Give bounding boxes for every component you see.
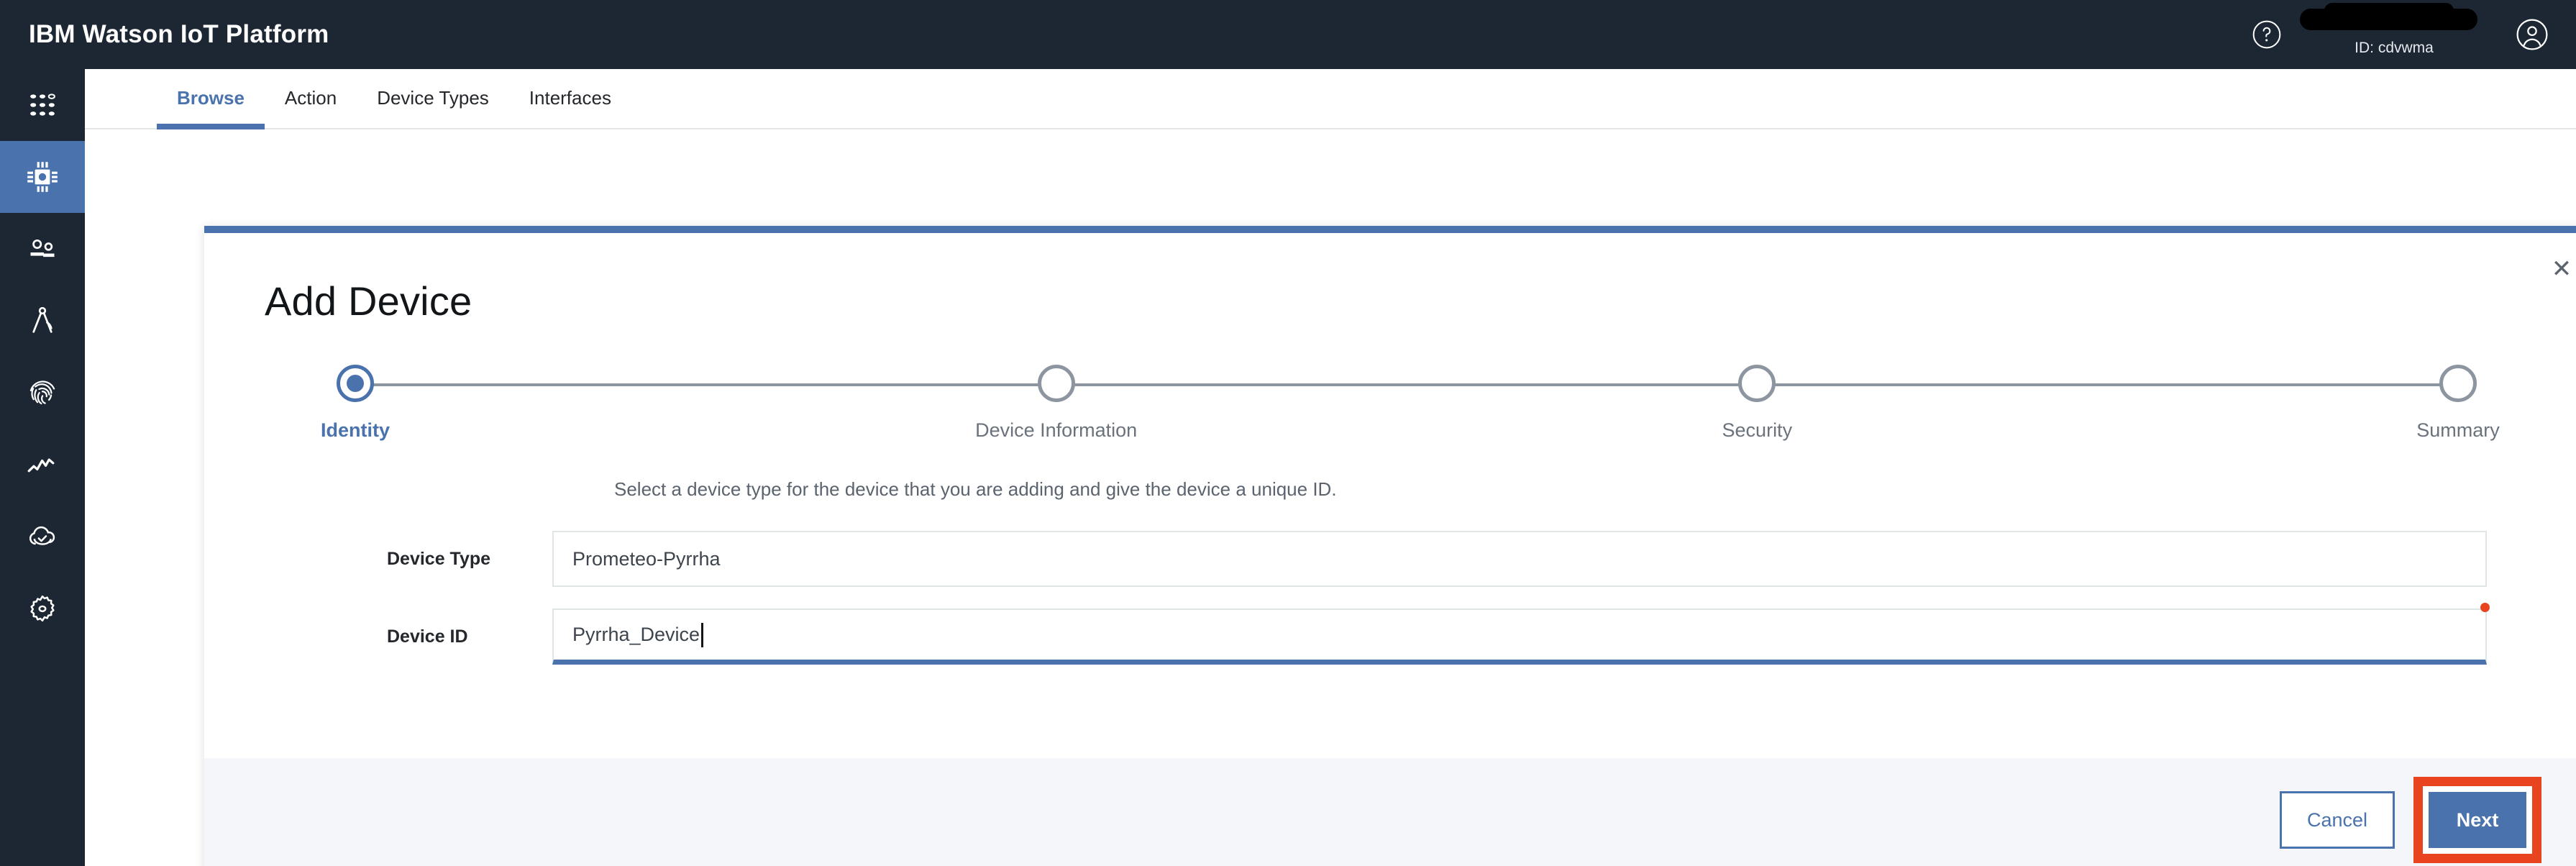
app-title: IBM Watson IoT Platform [29, 20, 329, 48]
text-cursor [701, 622, 704, 647]
cancel-button[interactable]: Cancel [2280, 791, 2395, 849]
help-button[interactable] [2244, 12, 2290, 58]
sidebar-item-security[interactable] [0, 357, 85, 429]
page-title: Add Device [265, 278, 472, 324]
sidebar-item-devices[interactable] [0, 141, 85, 213]
required-indicator-icon [2480, 603, 2490, 612]
tab-browse[interactable]: Browse [157, 68, 265, 129]
users-icon [30, 239, 55, 257]
add-device-modal: ✕ Add Device Identity Device Information… [204, 226, 2576, 866]
step-security[interactable]: Security [1666, 365, 1847, 442]
sidebar-item-boards[interactable] [0, 285, 85, 357]
step-summary[interactable]: Summary [2367, 365, 2549, 442]
stepper-steps: Identity Device Information Security Sum… [265, 365, 2549, 442]
step-identity[interactable]: Identity [265, 365, 446, 442]
step-security-node [1738, 365, 1776, 402]
tab-browse-label: Browse [177, 86, 245, 109]
step-summary-node [2439, 365, 2477, 402]
step-device-information-label: Device Information [975, 419, 1138, 441]
wizard-stepper: Identity Device Information Security Sum… [265, 365, 2549, 465]
step-identity-label: Identity [320, 419, 390, 441]
device-type-field-wrap: Prometeo-Pyrrha [552, 531, 2549, 587]
close-button[interactable]: ✕ [2541, 249, 2576, 289]
device-id-input[interactable]: Pyrrha_Device [552, 609, 2487, 665]
next-button-annotation-highlight: Next [2413, 777, 2541, 863]
tab-device-types[interactable]: Device Types [357, 68, 509, 128]
compass-icon [32, 306, 52, 333]
organization-block: ID: cdvwma [2297, 0, 2491, 69]
tab-action[interactable]: Action [265, 68, 357, 128]
device-type-label: Device Type [387, 548, 491, 569]
app-root: IBM Watson IoT Platform ID: cdvwma Brows… [0, 0, 2576, 866]
user-avatar-icon [2516, 19, 2548, 50]
sidebar-rail [0, 69, 85, 866]
tab-bar: Browse Action Device Types Interfaces [85, 69, 2576, 129]
device-id-value: Pyrrha_Device [572, 624, 700, 645]
form-row-device-type: Device Type Prometeo-Pyrrha [265, 531, 2549, 587]
device-type-value: Prometeo-Pyrrha [572, 547, 721, 570]
step-identity-node [337, 365, 374, 402]
fingerprint-icon [29, 380, 55, 405]
device-id-field-wrap: Pyrrha_Device [552, 603, 2549, 665]
grid-dots-icon [30, 94, 55, 116]
header-actions: ID: cdvwma [2244, 0, 2576, 69]
next-button[interactable]: Next [2429, 792, 2526, 848]
sidebar-item-dashboard[interactable] [0, 69, 85, 141]
user-avatar-button[interactable] [2507, 9, 2557, 60]
organization-name-redacted [2300, 3, 2477, 30]
tab-interfaces-label: Interfaces [529, 86, 611, 109]
modal-footer: Cancel Next [204, 758, 2576, 866]
device-type-input[interactable]: Prometeo-Pyrrha [552, 531, 2487, 587]
step-security-label: Security [1722, 419, 1793, 441]
page-body: ✕ Add Device Identity Device Information… [85, 131, 2576, 866]
tab-interfaces[interactable]: Interfaces [509, 68, 631, 128]
modal-content: Add Device Identity Device Information S… [204, 233, 2576, 665]
line-chart-icon [27, 458, 55, 473]
sidebar-item-members[interactable] [0, 213, 85, 285]
help-circle-icon [2252, 20, 2281, 49]
sidebar-item-analytics[interactable] [0, 429, 85, 501]
sidebar-item-settings[interactable] [0, 573, 85, 644]
chip-icon [27, 162, 58, 192]
gear-icon [30, 595, 55, 622]
step-device-information[interactable]: Device Information [966, 365, 1147, 442]
organization-id: ID: cdvwma [2355, 40, 2434, 56]
close-icon: ✕ [2551, 255, 2572, 283]
step-summary-label: Summary [2416, 419, 2500, 441]
device-id-label: Device ID [387, 626, 468, 647]
form-row-device-id: Device ID Pyrrha_Device [265, 603, 2549, 665]
sidebar-item-risk[interactable] [0, 501, 85, 573]
form-hint: Select a device type for the device that… [614, 478, 1337, 500]
tab-action-label: Action [284, 86, 337, 109]
top-header: IBM Watson IoT Platform ID: cdvwma [0, 0, 2576, 69]
tab-device-types-label: Device Types [377, 86, 489, 109]
step-device-information-node [1037, 365, 1075, 402]
cloud-check-icon [29, 526, 55, 545]
